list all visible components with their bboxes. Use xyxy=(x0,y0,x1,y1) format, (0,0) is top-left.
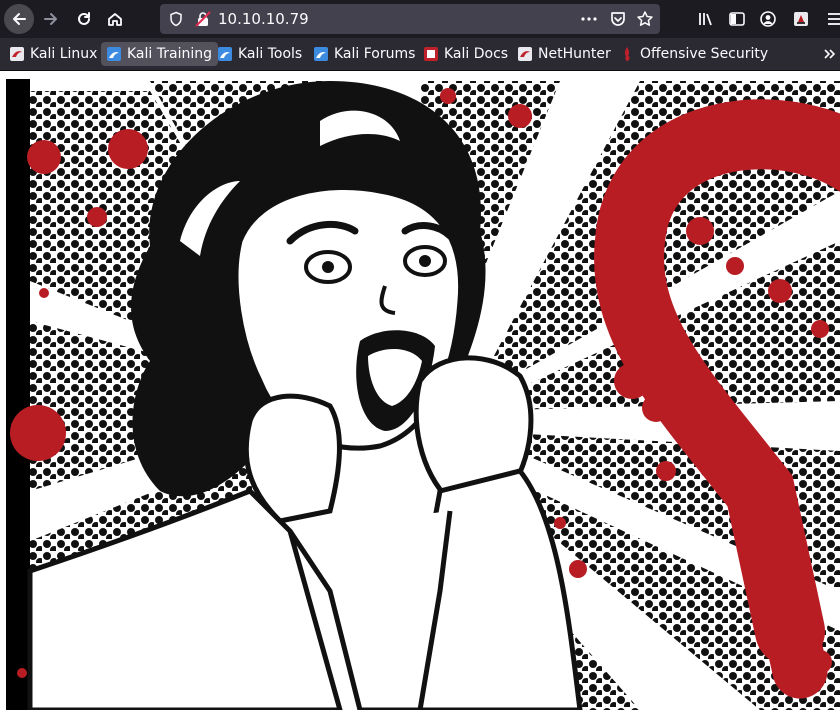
shield-icon[interactable] xyxy=(168,11,184,27)
bookmark-label: Kali Tools xyxy=(238,46,303,62)
sidebar-icon[interactable] xyxy=(728,10,746,28)
reload-icon xyxy=(78,12,90,25)
chevron-right-double-icon xyxy=(824,49,836,59)
bookmark-kali-docs[interactable]: Kali Docs xyxy=(418,42,508,66)
bookmark-label: Kali Docs xyxy=(444,46,509,62)
bookmark-label: NetHunter xyxy=(538,46,611,62)
kali-docs-icon xyxy=(424,47,438,61)
more-icon[interactable] xyxy=(580,11,598,27)
back-button[interactable] xyxy=(4,4,34,34)
insecure-lock-icon[interactable] xyxy=(194,10,212,28)
bookmark-label: Kali Linux xyxy=(30,46,98,62)
bookmarks-overflow[interactable] xyxy=(822,42,836,66)
back-icon xyxy=(13,13,26,25)
kali-dragon-icon xyxy=(10,47,24,61)
extension-icon[interactable] xyxy=(792,10,810,28)
forward-button[interactable] xyxy=(36,4,66,34)
pocket-icon[interactable] xyxy=(609,10,627,28)
home-button[interactable] xyxy=(100,4,130,34)
bookmark-kali-training[interactable]: Kali Training xyxy=(101,42,218,66)
account-icon[interactable] xyxy=(759,10,777,28)
kali-tools-icon xyxy=(218,47,232,61)
kali-training-icon xyxy=(107,47,121,61)
nethunter-icon xyxy=(518,47,532,61)
kali-forums-icon xyxy=(314,47,328,61)
bookmark-kali-tools[interactable]: Kali Tools xyxy=(212,42,302,66)
star-icon[interactable] xyxy=(636,10,654,28)
bookmark-nethunter[interactable]: NetHunter xyxy=(512,42,611,66)
library-icon[interactable] xyxy=(697,10,715,28)
offensive-security-icon xyxy=(624,47,630,61)
forward-icon xyxy=(44,13,57,25)
menu-icon[interactable] xyxy=(826,10,840,28)
url-bar[interactable]: 10.10.10.79 xyxy=(160,4,660,34)
browser-toolbar: 10.10.10.79 xyxy=(0,0,840,38)
bookmark-kali-forums[interactable]: Kali Forums xyxy=(308,42,415,66)
bookmarks-toolbar: Kali Linux Kali Training Kali Tools Kali… xyxy=(0,38,840,71)
heartbleed-pop-art-image xyxy=(0,71,840,710)
bookmark-label: Kali Forums xyxy=(334,46,416,62)
bookmark-label: Offensive Security xyxy=(640,46,769,62)
bookmark-label: Kali Training xyxy=(127,46,212,62)
reload-button[interactable] xyxy=(69,4,99,34)
bookmark-offensive-security[interactable]: Offensive Security xyxy=(614,42,768,66)
home-icon xyxy=(108,13,122,26)
bookmark-kali-linux[interactable]: Kali Linux xyxy=(4,42,97,66)
url-text[interactable]: 10.10.10.79 xyxy=(218,10,309,28)
page-content xyxy=(0,71,840,710)
